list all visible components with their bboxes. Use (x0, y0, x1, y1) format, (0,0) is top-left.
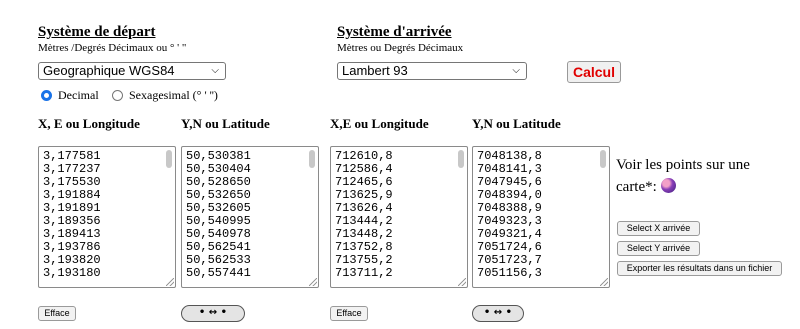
chevron-down-icon: ⌵ (512, 65, 520, 76)
source-system-title: Système de départ (38, 24, 156, 40)
source-x-textarea[interactable]: 3,177581 3,177237 3,175530 3,191884 3,19… (38, 146, 176, 288)
chevron-down-icon: ⌵ (211, 65, 219, 76)
source-x-values: 3,177581 3,177237 3,175530 3,191884 3,19… (43, 149, 101, 280)
source-system-subtitle: Mètres /Degrés Décimaux ou ° ' " (38, 42, 187, 54)
target-system-value: Lambert 93 (342, 63, 408, 78)
scrollbar-thumb[interactable] (458, 150, 464, 168)
radio-sexagesimal-label: Sexagesimal (° ' '') (129, 88, 218, 102)
target-clear-button[interactable]: Efface (330, 306, 368, 321)
resize-grip-icon[interactable] (600, 278, 608, 286)
map-link-line1: Voir les points sur une (616, 157, 750, 173)
source-y-values: 50,530381 50,530404 50,528650 50,532650 … (186, 149, 251, 280)
swap-arrows-icon: • ↔ • (483, 307, 513, 318)
radio-decimal-label: Decimal (58, 88, 99, 102)
target-swap-button[interactable]: • ↔ • (472, 305, 524, 322)
target-system-subtitle: Mètres ou Degrés Décimaux (337, 42, 464, 54)
scrollbar-thumb[interactable] (166, 150, 172, 168)
export-results-button[interactable]: Exporter les résultats dans un fichier (617, 261, 782, 276)
resize-grip-icon[interactable] (166, 278, 174, 286)
source-system-value: Geographique WGS84 (43, 63, 175, 78)
target-y-values: 7048138,8 7048141,3 7047945,6 7048394,0 … (477, 149, 542, 280)
select-y-button[interactable]: Select Y arrivée (617, 241, 700, 256)
calc-button[interactable]: Calcul (567, 61, 621, 83)
source-clear-button[interactable]: Efface (38, 306, 76, 321)
target-x-values: 712610,8 712586,4 712465,6 713625,9 7136… (335, 149, 393, 280)
resize-grip-icon[interactable] (309, 278, 317, 286)
target-col2-header: Y,N ou Latitude (472, 116, 561, 131)
swap-arrows-icon: • ↔ • (198, 307, 228, 318)
radio-sexagesimal[interactable] (112, 90, 123, 101)
target-system-title: Système d'arrivée (337, 24, 452, 40)
target-y-textarea[interactable]: 7048138,8 7048141,3 7047945,6 7048394,0 … (472, 146, 610, 288)
source-col2-header: Y,N ou Latitude (181, 116, 270, 131)
source-y-textarea[interactable]: 50,530381 50,530404 50,528650 50,532650 … (181, 146, 319, 288)
source-system-select[interactable]: Geographique WGS84 ⌵ (38, 62, 226, 80)
resize-grip-icon[interactable] (458, 278, 466, 286)
target-col1-header: X,E ou Longitude (330, 116, 429, 131)
source-col1-header: X, E ou Longitude (38, 116, 140, 131)
scrollbar-thumb[interactable] (309, 150, 315, 168)
target-x-textarea[interactable]: 712610,8 712586,4 712465,6 713625,9 7136… (330, 146, 468, 288)
map-link-text[interactable]: Voir les points sur une carte*: (616, 154, 750, 198)
map-link-line2: carte*: (616, 176, 750, 198)
globe-icon[interactable] (660, 178, 676, 193)
target-system-select[interactable]: Lambert 93 ⌵ (337, 62, 527, 80)
source-swap-button[interactable]: • ↔ • (181, 305, 245, 322)
radio-decimal[interactable] (41, 90, 52, 101)
scrollbar-thumb[interactable] (600, 150, 606, 168)
select-x-button[interactable]: Select X arrivée (617, 221, 700, 236)
